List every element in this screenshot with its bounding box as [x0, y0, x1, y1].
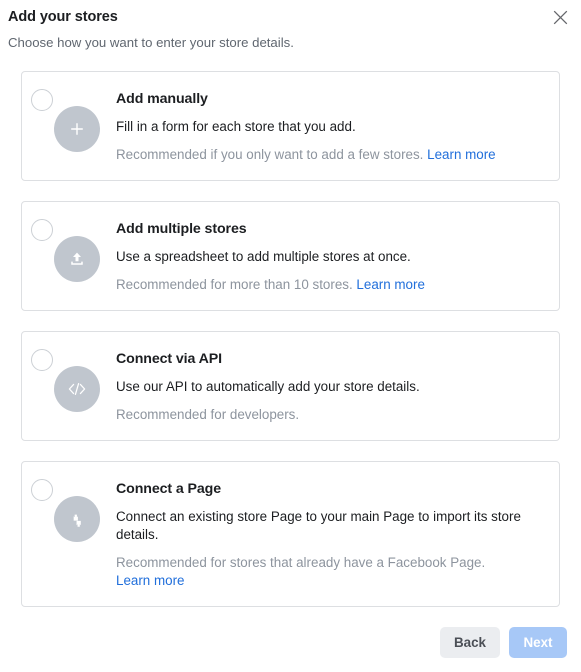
option-recommendation: Recommended if you only want to add a fe…	[116, 146, 541, 164]
dialog-header: Add your stores Choose how you want to e…	[0, 0, 581, 52]
next-button[interactable]: Next	[509, 627, 567, 658]
option-body: Connect a Page Connect an existing store…	[22, 462, 559, 606]
option-card-connect-a-page[interactable]: Connect a Page Connect an existing store…	[21, 461, 560, 607]
option-card-connect-via-api[interactable]: Connect via API Use our API to automatic…	[21, 331, 560, 441]
option-body: Add multiple stores Use a spreadsheet to…	[22, 202, 559, 310]
option-recommendation: Recommended for stores that already have…	[116, 554, 541, 590]
close-icon	[553, 10, 568, 25]
code-icon	[54, 366, 100, 412]
connect-arrows-icon	[54, 496, 100, 542]
option-title: Add manually	[116, 91, 208, 107]
recommendation-text: Recommended if you only want to add a fe…	[116, 147, 424, 162]
learn-more-link[interactable]: Learn more	[116, 573, 184, 588]
option-description: Fill in a form for each store that you a…	[116, 119, 356, 134]
add-stores-dialog: Add your stores Choose how you want to e…	[0, 0, 581, 672]
recommendation-text: Recommended for more than 10 stores.	[116, 277, 353, 292]
option-body: Add manually Fill in a form for each sto…	[22, 72, 559, 180]
option-title: Connect via API	[116, 351, 222, 367]
option-card-add-manually[interactable]: Add manually Fill in a form for each sto…	[21, 71, 560, 181]
option-description: Connect an existing store Page to your m…	[116, 509, 521, 542]
learn-more-link[interactable]: Learn more	[356, 277, 424, 292]
radio-add-multiple-stores[interactable]	[31, 219, 53, 241]
recommendation-text: Recommended for stores that already have…	[116, 555, 486, 570]
radio-connect-via-api[interactable]	[31, 349, 53, 371]
radio-connect-a-page[interactable]	[31, 479, 53, 501]
dialog-subtitle: Choose how you want to enter your store …	[8, 35, 294, 50]
option-recommendation: Recommended for developers.	[116, 406, 541, 424]
option-title: Connect a Page	[116, 481, 222, 497]
page-title: Add your stores	[8, 9, 118, 25]
dialog-footer: Back Next	[439, 627, 567, 658]
option-title: Add multiple stores	[116, 221, 247, 237]
learn-more-link[interactable]: Learn more	[427, 147, 495, 162]
option-recommendation: Recommended for more than 10 stores. Lea…	[116, 276, 541, 294]
radio-add-manually[interactable]	[31, 89, 53, 111]
store-entry-options: Add manually Fill in a form for each sto…	[21, 71, 560, 627]
plus-icon	[54, 106, 100, 152]
recommendation-text: Recommended for developers.	[116, 407, 300, 422]
option-body: Connect via API Use our API to automatic…	[22, 332, 559, 440]
option-description: Use a spreadsheet to add multiple stores…	[116, 249, 411, 264]
option-description: Use our API to automatically add your st…	[116, 379, 420, 394]
close-button[interactable]	[547, 4, 573, 30]
option-card-add-multiple-stores[interactable]: Add multiple stores Use a spreadsheet to…	[21, 201, 560, 311]
upload-icon	[54, 236, 100, 282]
back-button[interactable]: Back	[439, 627, 500, 658]
